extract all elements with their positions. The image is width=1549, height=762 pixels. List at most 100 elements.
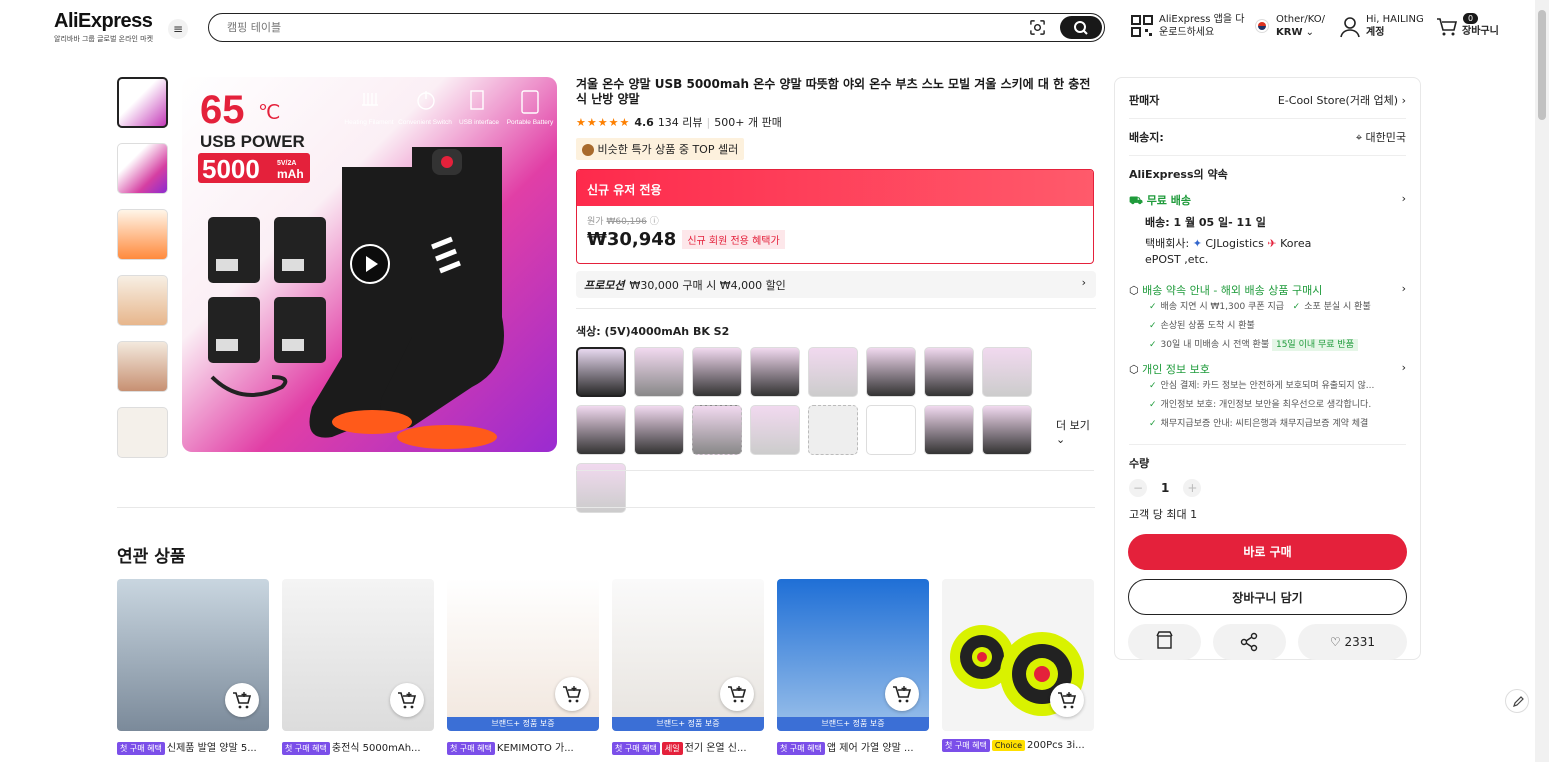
swatch[interactable]: [634, 347, 684, 397]
rating-stars: ★★★★★: [576, 115, 631, 129]
search-input[interactable]: [227, 19, 927, 36]
locale-selector[interactable]: Other/KO/ KRW ⌄: [1276, 13, 1325, 39]
play-video-button[interactable]: [350, 244, 390, 284]
menu-icon[interactable]: ≡: [168, 19, 188, 39]
swatch[interactable]: [750, 347, 800, 397]
usb-power-text: USB POWER: [200, 132, 305, 151]
quantity-stepper: − 1 +: [1129, 479, 1406, 497]
top-seller-badge: 비슷한 특가 상품 중 TOP 셀러: [576, 138, 745, 160]
buy-now-button[interactable]: 바로 구매: [1128, 534, 1407, 570]
swatch[interactable]: [808, 347, 858, 397]
add-to-cart-icon[interactable]: [225, 683, 259, 717]
user-icon[interactable]: [1340, 16, 1360, 38]
cart-link[interactable]: 0 장바구니: [1462, 12, 1499, 38]
heated-socks: [309, 147, 504, 449]
swatch[interactable]: [924, 405, 974, 455]
privacy-row[interactable]: ⬡ 개인 정보 보호 ›: [1129, 361, 1406, 377]
share-button[interactable]: [1213, 624, 1286, 660]
product-name: 전기 온열 신...: [684, 743, 747, 754]
quantity-value[interactable]: 1: [1161, 481, 1169, 495]
search-button[interactable]: [1060, 16, 1102, 39]
swatch[interactable]: [576, 405, 626, 455]
product-card[interactable]: 첫 구매 혜택 신제품 발열 양말 5...: [117, 579, 269, 762]
logo-subtitle: 알리바바 그룹 글로벌 온라인 마켓: [54, 35, 154, 43]
carrier-info: 택배회사: ✦ CJLogistics ✈ Korea ePOST ,etc.: [1145, 237, 1312, 266]
product-card[interactable]: 브랜드+ 정품 보증 첫 구매 혜택 세일 전기 온열 신...: [612, 579, 764, 762]
swatch[interactable]: [692, 405, 742, 455]
scrollbar-thumb[interactable]: [1538, 10, 1546, 120]
feature-usb-interface: USB interface: [459, 119, 499, 126]
more-colors-link[interactable]: 더 보기 ⌄: [1056, 417, 1096, 446]
thumbnail[interactable]: [117, 209, 168, 260]
aliexpress-logo[interactable]: AliExpress 알리바바 그룹 글로벌 온라인 마켓: [54, 10, 153, 44]
thumbnail[interactable]: [117, 407, 168, 458]
promotion-row[interactable]: 프로모션 ₩30,000 구매 시 ₩4,000 할인 ›: [576, 271, 1096, 298]
wishlist-button[interactable]: ♡ 2331: [1298, 624, 1407, 660]
thumbnail[interactable]: [117, 143, 168, 194]
main-product-image[interactable]: 65 ℃ USB POWER 5000 5V/2A mAh Heating Fi…: [182, 77, 557, 452]
store-button[interactable]: [1128, 624, 1201, 660]
current-price: ₩30,948: [587, 229, 677, 250]
image-search-icon[interactable]: [1029, 19, 1046, 36]
thumbnail[interactable]: [117, 275, 168, 326]
feature-heating-filament: Heating Filament: [344, 119, 393, 126]
product-card[interactable]: 첫 구매 혜택 충전식 5000mAh...: [282, 579, 434, 762]
download-app-link[interactable]: AliExpress 앱을 다 운로드하세요: [1159, 13, 1244, 39]
truck-icon: ⛟: [1129, 194, 1143, 207]
qr-code-icon[interactable]: [1131, 15, 1153, 37]
increase-button[interactable]: +: [1183, 479, 1202, 497]
add-to-cart-icon[interactable]: [720, 677, 754, 711]
info-icon: ⓘ: [649, 217, 659, 227]
seller-row[interactable]: 판매자 E-Cool Store(거래 업체) ›: [1129, 92, 1406, 108]
divider: [576, 470, 1094, 471]
add-to-cart-button[interactable]: 장바구니 담기: [1128, 579, 1407, 615]
account-link[interactable]: Hi, HAILING 계정: [1366, 13, 1424, 39]
logo-text: AliExpress: [54, 10, 153, 32]
thumbnail[interactable]: [117, 77, 168, 128]
heart-icon: ♡: [1329, 635, 1341, 649]
thumbnail[interactable]: [117, 341, 168, 392]
free-shipping-row[interactable]: ⛟ 무료 배송 ›: [1129, 192, 1406, 209]
feature-portable-battery: Portable Battery: [507, 119, 554, 126]
product-info: 겨울 온수 양말 USB 5000mah 온수 양말 따뜻함 야외 온수 부츠 …: [576, 77, 1096, 521]
purchase-panel: 판매자 E-Cool Store(거래 업체) › 배송지: ⌖ 대한민국 Al…: [1114, 77, 1421, 660]
edit-icon[interactable]: [1505, 689, 1529, 713]
guarantee-list: ✓ 배송 지연 시 ₩1,300 쿠폰 지급 ✓ 소포 분실 시 환불 ✓ 손상된 상…: [1149, 302, 1371, 351]
ship-to-row[interactable]: 배송지: ⌖ 대한민국: [1129, 129, 1406, 145]
scrollbar[interactable]: [1535, 0, 1549, 762]
price-box: 신규 유저 전용 원가 ₩60,196 ⓘ ₩30,948 신규 회원 전용 혜…: [576, 169, 1094, 264]
swatch[interactable]: [924, 347, 974, 397]
price-tag: 신규 회원 전용 혜택가: [682, 230, 785, 249]
swatch[interactable]: [750, 405, 800, 455]
cart-count-badge: 0: [1463, 13, 1479, 24]
review-count[interactable]: 134 리뷰: [658, 114, 703, 130]
quantity-label: 수량: [1129, 457, 1150, 470]
add-to-cart-icon[interactable]: [390, 683, 424, 717]
decrease-button[interactable]: −: [1129, 479, 1147, 497]
add-to-cart-icon[interactable]: [885, 677, 919, 711]
swatch[interactable]: [982, 347, 1032, 397]
swatch[interactable]: [808, 405, 858, 455]
promise-title: AliExpress의 약속: [1129, 168, 1228, 181]
sold-count: 500+ 개 판매: [714, 116, 782, 129]
swatch[interactable]: [692, 347, 742, 397]
swatch[interactable]: [866, 347, 916, 397]
swatch[interactable]: [576, 347, 626, 397]
color-swatches: [576, 347, 1096, 521]
brand-badge: 브랜드+ 정품 보증: [777, 717, 929, 731]
swatch[interactable]: [866, 405, 916, 455]
product-card[interactable]: 첫 구매 혜택 Choice 200Pcs 3i...: [942, 579, 1094, 762]
product-card[interactable]: 브랜드+ 정품 보증 첫 구매 혜택 KEMIMOTO 가...: [447, 579, 599, 762]
store-icon: [1156, 631, 1173, 649]
delivery-guarantee-row[interactable]: ⬡ 배송 약속 안내 - 해외 배송 상품 구매시 ›: [1129, 282, 1406, 298]
delivery-date: 배송: 1 월 05 일- 11 일: [1145, 216, 1266, 229]
wishlist-count: 2331: [1344, 635, 1376, 649]
product-card[interactable]: 브랜드+ 정품 보증 첫 구매 혜택 앱 제어 가열 양말 ...: [777, 579, 929, 762]
cart-icon[interactable]: [1436, 17, 1458, 37]
temp-text: 65: [200, 88, 245, 132]
swatch[interactable]: [634, 405, 684, 455]
header: AliExpress 알리바바 그룹 글로벌 온라인 마켓 ≡ 캠핑 테이블 A…: [0, 0, 1535, 56]
add-to-cart-icon[interactable]: [555, 677, 589, 711]
add-to-cart-icon[interactable]: [1050, 683, 1084, 717]
swatch[interactable]: [982, 405, 1032, 455]
